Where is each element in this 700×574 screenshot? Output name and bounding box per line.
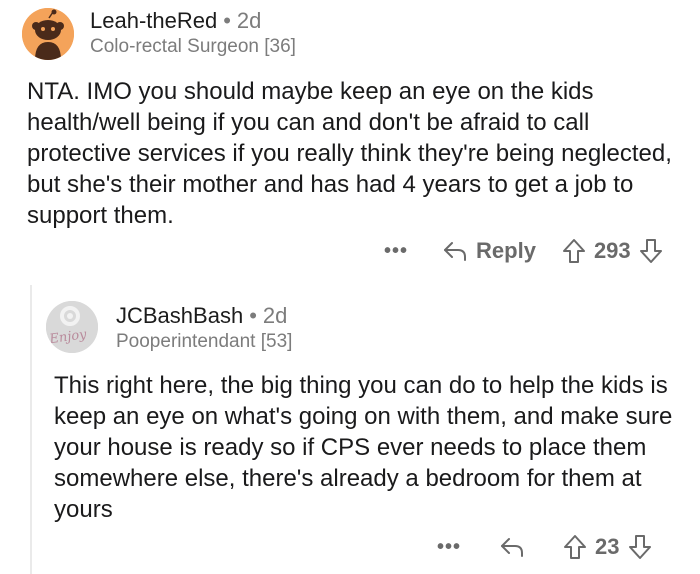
username-link[interactable]: Leah-theRed [90,8,217,33]
comment-header: JCBashBash • 2d [116,303,287,329]
downvote-arrow-icon[interactable] [639,238,663,264]
reply-arrow-icon [444,242,467,261]
downvote-arrow-icon[interactable] [628,534,652,560]
vote-score: 23 [595,534,620,559]
vote-score: 293 [593,238,631,263]
custom-avatar-icon: Enjoy [46,301,98,353]
separator-dot: • [249,303,257,328]
upvote-arrow-icon[interactable] [563,534,587,560]
separator-dot: • [223,8,231,33]
reply-button[interactable]: Reply [442,238,536,264]
comment-age: 2d [262,303,288,328]
reply-arrow-icon[interactable] [499,536,525,558]
comment-body: This right here, the big thing you can d… [54,372,673,523]
user-flair: Colo-rectal Surgeon [36] [90,36,296,57]
username-link[interactable]: JCBashBash [116,303,243,328]
avatar-jcbashbash[interactable]: Enjoy [46,301,98,353]
comment-body: NTA. IMO you should maybe keep an eye on… [27,78,672,229]
comment-header: Leah-theRed • 2d [90,8,261,34]
reply-label: Reply [476,238,536,263]
user-flair: Pooperintendant [53] [116,331,293,352]
more-options-button[interactable]: ••• [384,240,408,263]
comment-actions: ••• 23 [437,532,652,562]
comment-age: 2d [236,8,262,33]
more-options-button[interactable]: ••• [437,536,461,559]
upvote-arrow-icon[interactable] [562,238,586,264]
comment-actions: ••• Reply 293 [384,236,663,266]
thread-line[interactable] [30,285,32,574]
snoo-avatar-icon [22,8,74,60]
avatar-leah-thered[interactable] [22,8,74,60]
